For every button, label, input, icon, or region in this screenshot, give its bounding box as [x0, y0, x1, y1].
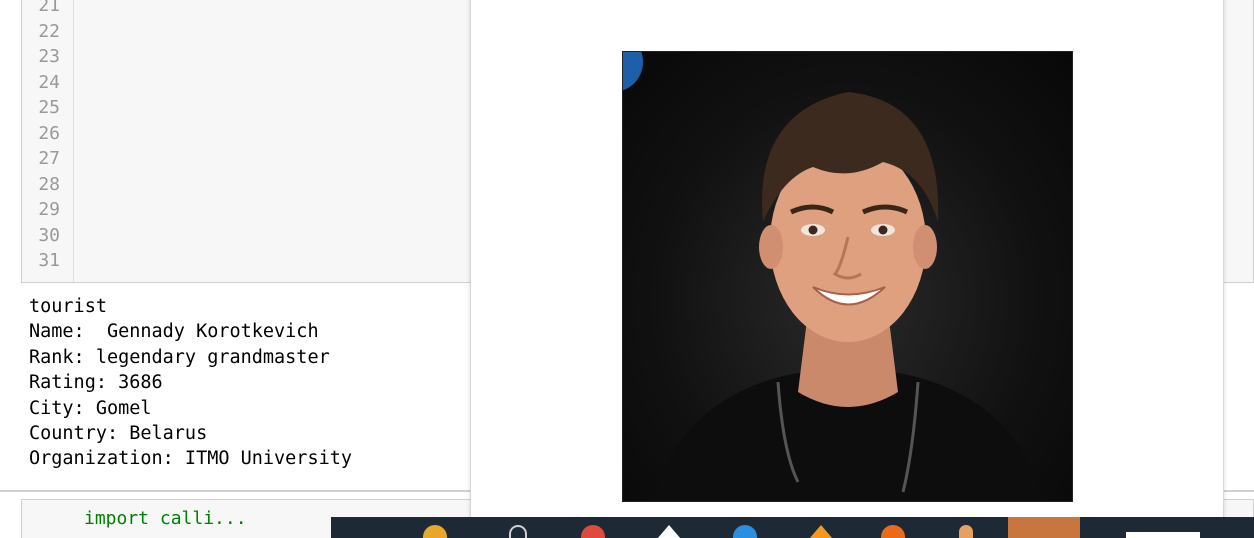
- profile-photo: [622, 51, 1073, 502]
- line-number: 27: [38, 148, 60, 169]
- line-number: 31: [38, 250, 60, 271]
- line-number: 26: [38, 122, 60, 144]
- tray-area: [1126, 532, 1200, 538]
- line-number: 25: [38, 97, 60, 118]
- chrome-icon[interactable]: [581, 525, 605, 538]
- output-handle: tourist: [29, 296, 107, 317]
- firefox-icon[interactable]: [881, 525, 905, 538]
- line-number: 29: [38, 199, 60, 220]
- profile-photo-icon: [623, 52, 1043, 501]
- output-name: Name: Gennady Korotkevich: [29, 321, 319, 343]
- output-organization: Organization: ITMO University: [29, 448, 353, 470]
- line-number: 21: [38, 0, 60, 16]
- output-rating: Rating: 3686: [29, 372, 163, 394]
- line-number: 23: [38, 46, 60, 67]
- line-number: 28: [38, 173, 60, 195]
- line-number: 30: [38, 224, 60, 246]
- media-icon[interactable]: [959, 525, 973, 538]
- folder-icon[interactable]: [423, 525, 447, 538]
- line-number-gutter: 21 22 23 24 25 26 27 28 29 30 31: [22, 0, 74, 282]
- app-icon[interactable]: [657, 525, 681, 538]
- taskbar: [331, 517, 1254, 538]
- output-country: Country: Belarus: [29, 422, 208, 444]
- paperclip-icon[interactable]: [509, 525, 527, 538]
- next-cell-code: import calli...: [84, 508, 247, 529]
- output-rank: Rank: legendary grandmaster: [29, 346, 330, 368]
- active-task[interactable]: [1008, 517, 1080, 538]
- cell-output: tourist Name: Gennady Korotkevich Rank: …: [29, 294, 469, 472]
- output-city: City: Gomel: [29, 397, 152, 419]
- line-number: 24: [38, 71, 60, 93]
- line-number: 22: [38, 20, 60, 42]
- notebook-page: 21 22 23 24 25 26 27 28 29 30 31 tourist…: [0, 0, 1254, 538]
- edge-icon[interactable]: [733, 525, 757, 538]
- image-popup: [470, 0, 1224, 538]
- vlc-icon[interactable]: [809, 525, 833, 538]
